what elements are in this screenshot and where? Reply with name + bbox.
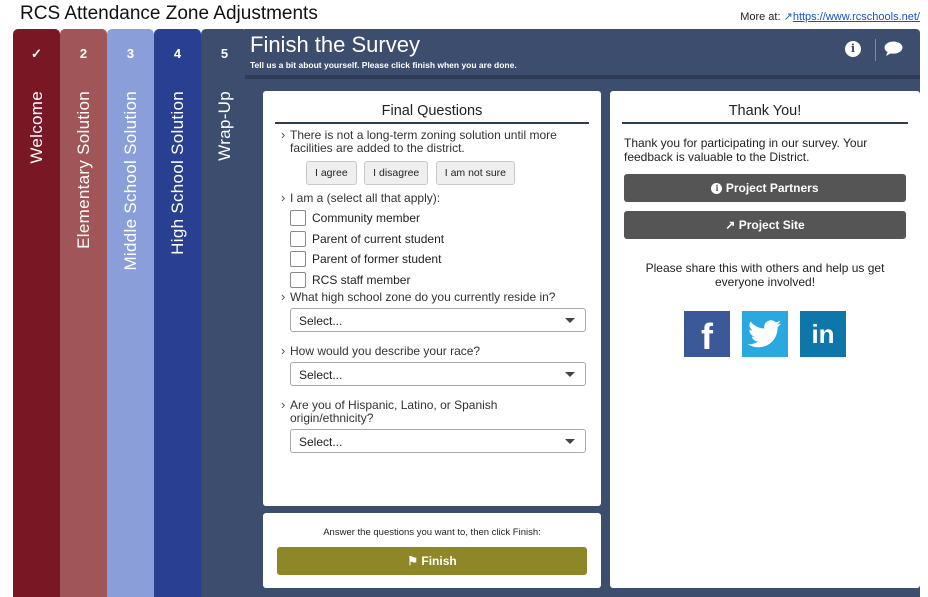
high-school-zone-select[interactable]: Select...	[290, 308, 586, 332]
tab-wrap-up[interactable]: 5 Wrap-Up	[201, 29, 248, 597]
finish-button[interactable]: ⚑ Finish	[277, 547, 587, 575]
select-value: Select...	[299, 368, 343, 382]
question-i-am: I am a (select all that apply):	[281, 191, 587, 205]
tab-number: 4	[173, 46, 182, 61]
tab-high-school-solution[interactable]: 4 High School Solution	[154, 29, 201, 597]
project-partners-button[interactable]: i Project Partners	[624, 174, 906, 202]
social-buttons: f in	[610, 311, 920, 357]
tab-number: 3	[126, 46, 135, 61]
checkbox-parent-former[interactable]: Parent of former student	[290, 249, 587, 270]
checkbox-parent-current[interactable]: Parent of current student	[290, 229, 587, 250]
comment-icon[interactable]	[884, 41, 903, 57]
linkedin-icon[interactable]: in	[800, 311, 846, 357]
tab-label: High School Solution	[167, 91, 187, 255]
tab-label: Elementary Solution	[73, 91, 93, 249]
tab-number: 2	[79, 46, 88, 61]
checkbox-label: Parent of current student	[312, 231, 445, 246]
caret-down-icon	[565, 372, 575, 377]
finish-panel: Answer the questions you want to, then c…	[263, 513, 601, 588]
hispanic-origin-select[interactable]: Select...	[290, 429, 586, 453]
select-value: Select...	[299, 435, 343, 449]
header-bar	[245, 75, 920, 79]
tab-middle-school-solution[interactable]: 3 Middle School Solution	[107, 29, 154, 597]
final-questions-title: Final Questions	[275, 103, 589, 124]
section-title: Finish the Survey	[250, 32, 420, 57]
finish-button-label: Finish	[421, 554, 457, 568]
thank-you-title: Thank You!	[622, 103, 908, 124]
checkbox[interactable]	[290, 230, 306, 247]
project-site-label: Project Site	[738, 218, 805, 232]
project-partners-label: Project Partners	[725, 181, 819, 195]
disagree-button[interactable]: I disagree	[364, 161, 429, 185]
external-link-icon: ↗	[725, 218, 736, 232]
question-hispanic-origin: Are you of Hispanic, Latino, or Spanish …	[281, 398, 587, 425]
project-site-button[interactable]: ↗ Project Site	[624, 211, 906, 239]
tab-welcome[interactable]: ✓ Welcome	[13, 29, 60, 597]
thank-you-text: Thank you for participating in our surve…	[624, 136, 868, 164]
checkbox-staff-member[interactable]: RCS staff member	[290, 270, 587, 291]
thank-you-panel: Thank You! Thank you for participating i…	[610, 91, 920, 588]
zoning-answer-buttons: I agree I disagree I am not sure	[306, 161, 587, 187]
select-value: Select...	[299, 314, 343, 328]
final-questions-panel: Final Questions There is not a long-term…	[263, 91, 601, 506]
tab-elementary-solution[interactable]: 2 Elementary Solution	[60, 29, 107, 597]
race-select[interactable]: Select...	[290, 362, 586, 386]
section-subtitle: Tell us a bit about yourself. Please cli…	[250, 60, 517, 70]
more-at: More at: ↗https://www.rcschools.net/	[740, 10, 920, 23]
checkbox-community-member[interactable]: Community member	[290, 208, 587, 229]
tab-number: 5	[220, 46, 229, 61]
external-link-icon: ↗	[783, 11, 793, 23]
checkbox-label: Community member	[312, 211, 421, 226]
survey-content: Finish the Survey Tell us a bit about yo…	[245, 29, 920, 597]
checkbox[interactable]	[290, 251, 306, 268]
caret-down-icon	[565, 439, 575, 444]
rcschools-link[interactable]: https://www.rcschools.net/	[793, 11, 920, 23]
tab-check-icon: ✓	[31, 46, 42, 61]
facebook-icon[interactable]: f	[684, 311, 730, 357]
checkbox[interactable]	[290, 271, 306, 288]
info-icon[interactable]: i	[845, 41, 861, 57]
agree-button[interactable]: I agree	[306, 161, 357, 185]
info-icon: i	[711, 183, 723, 194]
flag-icon: ⚑	[407, 554, 419, 568]
finish-instructions: Answer the questions you want to, then c…	[323, 527, 541, 538]
not-sure-button[interactable]: I am not sure	[435, 161, 516, 185]
question-high-school-zone: What high school zone do you currently r…	[281, 290, 587, 304]
caret-down-icon	[565, 318, 575, 323]
share-text: Please share this with others and help u…	[645, 261, 885, 289]
tab-label: Middle School Solution	[120, 91, 140, 271]
tab-label: Wrap-Up	[214, 91, 234, 161]
checkbox-label: Parent of former student	[312, 252, 442, 267]
question-zoning: There is not a long-term zoning solution…	[281, 128, 587, 155]
question-race: How would you describe your race?	[281, 344, 587, 358]
tab-label: Welcome	[26, 91, 46, 164]
twitter-icon[interactable]	[742, 311, 788, 357]
page-title: RCS Attendance Zone Adjustments	[20, 3, 318, 24]
checkbox[interactable]	[290, 210, 306, 227]
more-at-label: More at:	[740, 11, 781, 23]
checkbox-label: RCS staff member	[312, 272, 411, 287]
header-divider	[875, 39, 876, 61]
